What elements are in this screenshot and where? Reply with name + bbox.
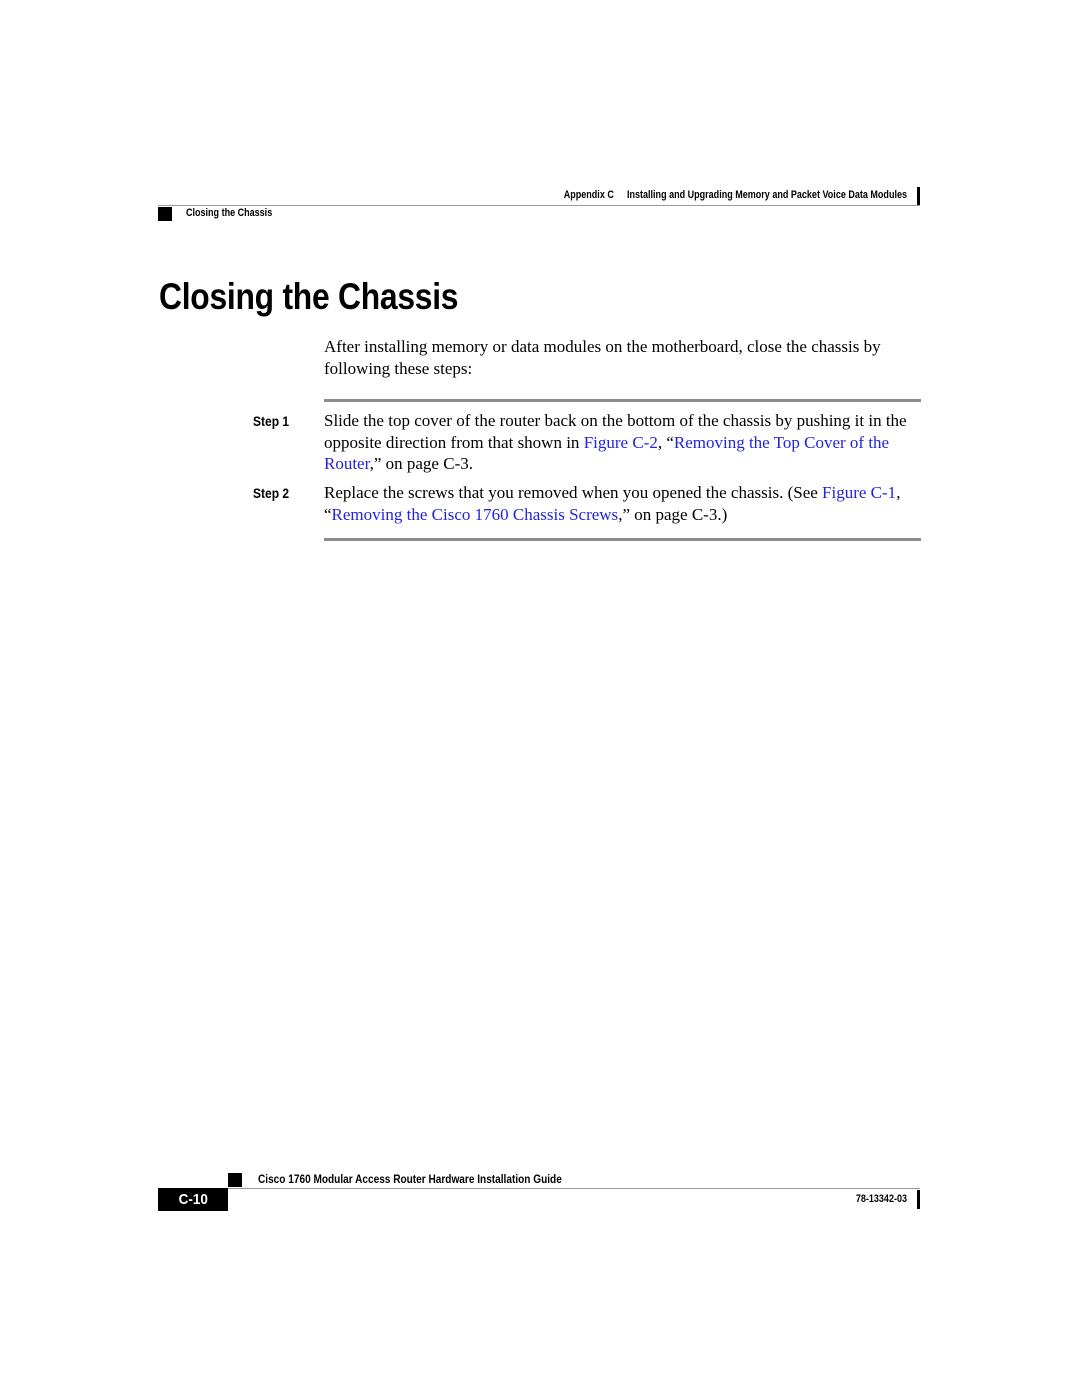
step-text: Slide the top cover of the router back o… — [324, 410, 924, 475]
procedure-top-rule — [324, 399, 921, 402]
header-rule — [158, 205, 920, 206]
footer-book-title: Cisco 1760 Modular Access Router Hardwar… — [258, 1172, 562, 1186]
step-text: Replace the screws that you removed when… — [324, 482, 924, 525]
step-label: Step 2 — [253, 485, 290, 501]
doc-number: 78-13342-03 — [855, 1193, 907, 1205]
header-square-marker — [158, 207, 172, 221]
step-text-sep: , “ — [657, 432, 674, 452]
step-label: Step 1 — [253, 413, 290, 429]
page-number-badge: C-10 — [158, 1188, 228, 1211]
running-header: Appendix C Installing and Upgrading Memor… — [360, 189, 907, 201]
header-section: Closing the Chassis — [186, 207, 273, 219]
procedure-bottom-rule — [324, 538, 921, 541]
page-title: Closing the Chassis — [159, 276, 459, 317]
step-text-after: ,” on page C-3.) — [618, 504, 728, 524]
page-number: C-10 — [178, 1191, 208, 1208]
step-text-before: Replace the screws that you removed when… — [324, 483, 823, 502]
footer-square-marker — [228, 1173, 242, 1187]
header-chapter: Appendix C — [563, 189, 614, 201]
footer-rule — [228, 1188, 920, 1189]
figure-title-link[interactable]: Removing the Cisco 1760 Chassis Screws — [332, 505, 619, 524]
figure-link[interactable]: Figure C-1 — [822, 483, 896, 502]
footer-marker-bar — [917, 1190, 920, 1209]
step-text-after: ,” on page C-3. — [369, 454, 473, 473]
header-chapter-title: Installing and Upgrading Memory and Pack… — [626, 189, 907, 201]
figure-link[interactable]: Figure C-2 — [584, 433, 658, 452]
intro-paragraph: After installing memory or data modules … — [324, 337, 881, 378]
header-marker-bar — [917, 187, 920, 206]
